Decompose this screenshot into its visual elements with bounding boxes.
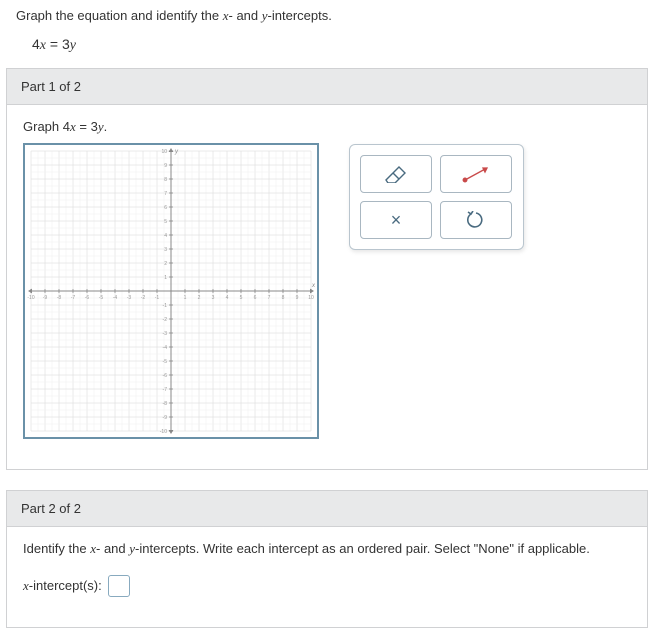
svg-text:-4: -4 (163, 345, 168, 351)
svg-text:5: 5 (164, 219, 167, 225)
instruction-text: Graph the equation and identify the (16, 8, 223, 23)
svg-text:4: 4 (226, 295, 229, 301)
x-intercept-input[interactable] (108, 575, 130, 597)
clear-button[interactable]: × (360, 201, 432, 239)
svg-text:-3: -3 (127, 295, 132, 301)
svg-text:8: 8 (164, 177, 167, 183)
svg-text:-6: -6 (163, 373, 168, 379)
svg-text:10: 10 (308, 295, 314, 301)
svg-text:-5: -5 (99, 295, 104, 301)
line-icon (461, 164, 491, 184)
svg-text:-3: -3 (163, 331, 168, 337)
undo-icon (467, 211, 485, 229)
svg-text:2: 2 (164, 261, 167, 267)
x-intercept-row: x-intercept(s): (23, 575, 631, 597)
graph-instruction-text: . (104, 119, 108, 134)
graph-instruction: Graph 4x = 3y. (23, 119, 319, 135)
svg-text:-10: -10 (160, 429, 167, 435)
part2-instruction: Identify the x- and y-intercepts. Write … (23, 541, 631, 557)
main-equation: 4x = 3y (0, 30, 648, 68)
part2-text: - and (96, 541, 129, 556)
close-icon: × (391, 210, 402, 231)
svg-text:-5: -5 (163, 359, 168, 365)
graph-canvas[interactable]: -10 -9 -8 -7 -6 -5 -4 -3 -2 -1 1 2 3 4 5 6 7 8 9 10 -10 -9 -8 -… (23, 143, 319, 439)
svg-text:-7: -7 (163, 387, 168, 393)
svg-text:3: 3 (164, 247, 167, 253)
svg-text:3: 3 (212, 295, 215, 301)
instruction-text: - and (229, 8, 262, 23)
part2-header-label: Part 2 of 2 (21, 501, 81, 516)
part1-header-label: Part 1 of 2 (21, 79, 81, 94)
part1-body: Graph 4x = 3y. -10 -9 -8 -7 -6 -5 -4 -3 -2 -1 1 2 3 4… (6, 105, 648, 470)
main-instruction: Graph the equation and identify the x- a… (0, 4, 648, 30)
svg-text:-4: -4 (113, 295, 118, 301)
svg-text:7: 7 (268, 295, 271, 301)
svg-text:9: 9 (164, 163, 167, 169)
x-intercept-label-text: -intercept(s): (29, 578, 102, 593)
equation-text: = 3 (46, 36, 70, 52)
svg-text:4: 4 (164, 233, 167, 239)
svg-text:7: 7 (164, 191, 167, 197)
svg-text:9: 9 (296, 295, 299, 301)
graph-instruction-text: = 3 (76, 119, 98, 134)
equation-text: 4 (32, 36, 40, 52)
svg-text:10: 10 (161, 149, 167, 155)
undo-button[interactable] (440, 201, 512, 239)
svg-text:-8: -8 (57, 295, 62, 301)
svg-text:-10: -10 (27, 295, 34, 301)
svg-text:-9: -9 (163, 415, 168, 421)
svg-text:-1: -1 (163, 303, 168, 309)
part2-text: Identify the (23, 541, 90, 556)
part2-text: -intercepts. Write each intercept as an … (135, 541, 590, 556)
x-intercept-label: x-intercept(s): (23, 578, 102, 594)
svg-text:-9: -9 (43, 295, 48, 301)
toolbox: × (349, 144, 524, 250)
svg-text:2: 2 (198, 295, 201, 301)
svg-text:-8: -8 (163, 401, 168, 407)
svg-text:-2: -2 (141, 295, 146, 301)
svg-text:-1: -1 (155, 295, 160, 301)
svg-text:-7: -7 (71, 295, 76, 301)
svg-text:x: x (311, 283, 316, 289)
svg-text:-6: -6 (85, 295, 90, 301)
eraser-icon (385, 165, 407, 183)
line-tool-button[interactable] (440, 155, 512, 193)
part2-header: Part 2 of 2 (6, 490, 648, 527)
svg-text:1: 1 (164, 275, 167, 281)
part2-body: Identify the x- and y-intercepts. Write … (6, 527, 648, 628)
svg-text:5: 5 (240, 295, 243, 301)
svg-text:-2: -2 (163, 317, 168, 323)
svg-text:1: 1 (184, 295, 187, 301)
svg-text:6: 6 (164, 205, 167, 211)
svg-text:8: 8 (282, 295, 285, 301)
instruction-text: -intercepts. (268, 8, 332, 23)
part1-header: Part 1 of 2 (6, 68, 648, 105)
graph-instruction-text: Graph 4 (23, 119, 70, 134)
svg-text:6: 6 (254, 295, 257, 301)
equation-y: y (70, 38, 76, 53)
eraser-tool-button[interactable] (360, 155, 432, 193)
